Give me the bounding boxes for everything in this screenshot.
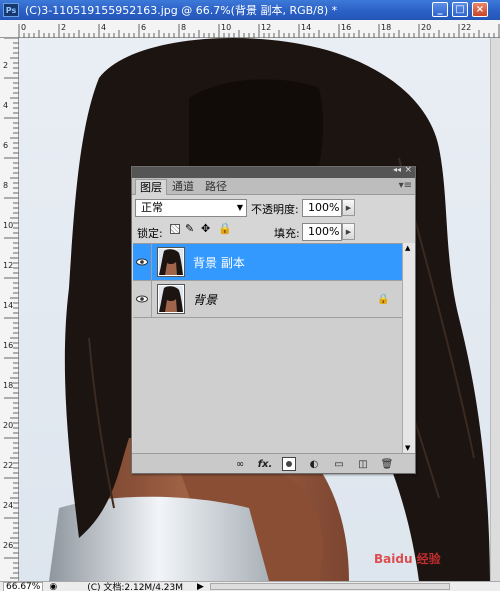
layer-row-background[interactable]: 背景 🔒 [133, 280, 402, 318]
layer-thumbnail [157, 284, 185, 314]
document-info[interactable]: (C) 文档:2.12M/4.23M [87, 582, 183, 591]
ruler-tick-label: 10 [221, 23, 231, 32]
ruler-tick-label: 18 [381, 23, 391, 32]
ruler-tick-label: 22 [461, 23, 471, 32]
ruler-tick-label: 8 [181, 23, 186, 32]
lock-brush-icon[interactable]: ✎ [185, 222, 194, 235]
new-layer-icon[interactable]: ◫ [356, 457, 370, 471]
opacity-input[interactable]: 100% [302, 199, 342, 217]
fill-slider-button[interactable]: ▶ [342, 223, 355, 240]
blend-mode-value: 正常 [141, 201, 163, 214]
status-arrow-icon[interactable]: ▶ [197, 582, 204, 591]
ruler-tick-label: 2 [61, 23, 66, 32]
layers-scrollbar[interactable]: ▲ ▼ [402, 243, 415, 453]
title-bar: Ps (C)3-110519155952163.jpg @ 66.7%(背景 副… [0, 0, 500, 20]
ruler-tick-label: 20 [421, 23, 431, 32]
panel-close-icon[interactable]: × [404, 165, 412, 175]
panel-collapse-icon[interactable]: ◂◂ [393, 165, 401, 174]
ruler-tick-label: 6 [3, 141, 8, 150]
ruler-tick-label: 4 [3, 101, 8, 110]
photoshop-logo-icon: Ps [3, 3, 19, 17]
ruler-tick-label: 14 [301, 23, 311, 32]
tab-layers[interactable]: 图层 [135, 179, 167, 195]
status-bar: 66.67% ◉ (C) 文档:2.12M/4.23M ▶ [0, 581, 500, 591]
status-icon[interactable]: ◉ [49, 582, 57, 591]
ruler-tick-label: 0 [21, 23, 26, 32]
ruler-tick-label: 4 [101, 23, 106, 32]
folder-icon[interactable]: ▭ [332, 457, 346, 471]
layers-list: 背景 副本 背景 🔒 [133, 243, 402, 453]
visibility-eye-icon[interactable] [133, 243, 152, 281]
ruler-tick-label: 16 [341, 23, 351, 32]
lock-all-icon[interactable]: 🔒 [218, 222, 232, 235]
zoom-field[interactable]: 66.67% [3, 582, 44, 591]
mask-icon[interactable] [282, 457, 296, 471]
ruler-tick-label: 12 [3, 261, 13, 270]
lock-move-icon[interactable]: ✥ [201, 222, 210, 235]
ruler-tick-label: 12 [261, 23, 271, 32]
opacity-label: 不透明度: [251, 203, 299, 216]
ruler-tick-label: 20 [3, 421, 13, 430]
ruler-tick-label: 16 [3, 341, 13, 350]
maximize-button[interactable]: □ [452, 2, 468, 17]
visibility-eye-icon[interactable] [133, 280, 152, 318]
ruler-tick-label: 18 [3, 381, 13, 390]
horizontal-ruler[interactable]: 0 2 4 6 8 10 12 14 16 18 20 22 [0, 20, 500, 38]
adjustment-icon[interactable]: ◐ [307, 457, 321, 471]
ruler-tick-label: 2 [3, 61, 8, 70]
ruler-tick-label: 6 [141, 23, 146, 32]
lock-label: 锁定: [137, 227, 163, 240]
fx-icon[interactable]: fx. [257, 457, 273, 471]
layer-lock-icon: 🔒 [377, 293, 390, 305]
panel-tabs: 图层 通道 路径 ▾≡ [132, 178, 415, 195]
vertical-scrollbar[interactable] [490, 38, 500, 581]
panel-header[interactable]: ◂◂ × [132, 165, 415, 178]
scroll-up-icon[interactable]: ▲ [405, 244, 410, 252]
vertical-ruler[interactable]: 2 4 6 8 10 12 14 16 18 20 22 24 26 [0, 38, 19, 581]
horizontal-scrollbar[interactable] [209, 583, 450, 590]
tab-paths[interactable]: 路径 [201, 179, 231, 195]
vertical-ruler-ticks: 2468101214161820222426 [3, 38, 19, 579]
ruler-tick-label: 8 [3, 181, 8, 190]
ruler-tick-label: 24 [3, 501, 13, 510]
panel-menu-icon[interactable]: ▾≡ [399, 180, 412, 191]
layer-thumbnail [157, 247, 185, 277]
ruler-tick-label: 10 [3, 221, 13, 230]
link-icon[interactable]: ∞ [232, 457, 248, 471]
fill-input[interactable]: 100% [302, 223, 342, 241]
opacity-slider-button[interactable]: ▶ [342, 199, 355, 216]
trash-icon[interactable]: 🗑 [380, 457, 394, 471]
layer-name[interactable]: 背景 [193, 291, 217, 308]
layer-name[interactable]: 背景 副本 [193, 254, 245, 271]
close-button[interactable]: × [472, 2, 488, 17]
window-title: (C)3-110519155952163.jpg @ 66.7%(背景 副本, … [25, 4, 338, 17]
ruler-tick-label: 26 [3, 541, 13, 550]
blend-mode-select[interactable]: 正常 ▼ [135, 199, 247, 217]
ruler-tick-label: 14 [3, 301, 13, 310]
layers-panel: ◂◂ × 图层 通道 路径 ▾≡ 正常 ▼ 不透明度: 100% ▶ 锁定: ✎… [131, 165, 416, 474]
watermark: Baidu 经验 [374, 552, 441, 566]
scroll-down-icon[interactable]: ▼ [405, 444, 410, 452]
chevron-down-icon: ▼ [236, 203, 243, 212]
layer-row-background-copy[interactable]: 背景 副本 [133, 243, 402, 281]
horizontal-ruler-ticks: 0 2 4 6 8 10 12 14 16 18 20 22 [18, 23, 500, 38]
minimize-button[interactable]: _ [432, 2, 448, 17]
tab-channels[interactable]: 通道 [168, 179, 198, 195]
lock-transparent-icon[interactable] [170, 224, 180, 234]
panel-bottom-toolbar: ∞ fx. ◐ ▭ ◫ 🗑 [132, 453, 415, 473]
fill-label: 填充: [274, 227, 300, 240]
ruler-tick-label: 22 [3, 461, 13, 470]
